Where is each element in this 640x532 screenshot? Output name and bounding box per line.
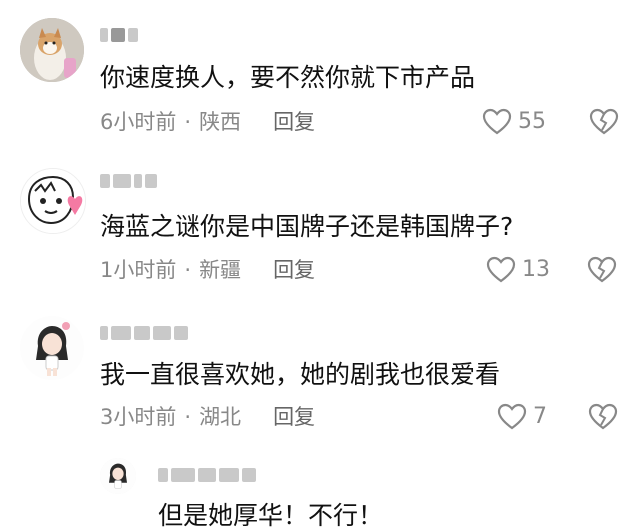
heart-icon (482, 108, 512, 135)
username-blurred[interactable] (100, 170, 157, 192)
like-button[interactable]: 13 (486, 256, 550, 284)
reply-button[interactable]: 回复 (273, 403, 315, 431)
username-blurred[interactable] (100, 24, 138, 46)
like-button[interactable]: 55 (482, 108, 546, 136)
comment-location: 湖北 (199, 405, 242, 429)
comment-text: 我一直很喜欢她，她的剧我也很爱看 (100, 360, 501, 389)
separator-dot: · (184, 405, 192, 429)
comment-location: 陕西 (199, 110, 242, 134)
broken-heart-icon[interactable] (588, 403, 618, 431)
reply-button[interactable]: 回复 (273, 108, 315, 136)
username-blurred[interactable] (158, 464, 256, 486)
like-button[interactable]: 7 (497, 403, 547, 431)
comment-time: 1小时前 (100, 258, 177, 282)
comment-meta: 1小时前 · 新疆 回复 (100, 256, 315, 284)
like-count: 13 (522, 257, 550, 282)
comment-text: 你速度换人，要不然你就下市产品 (100, 63, 476, 92)
cartoon-girl-avatar-icon[interactable] (100, 458, 136, 494)
reply-button[interactable]: 回复 (273, 256, 315, 284)
like-count: 55 (518, 109, 546, 134)
cartoon-face-avatar-icon[interactable] (20, 168, 86, 234)
username-blurred[interactable] (100, 322, 188, 344)
comment-meta: 3小时前 · 湖北 回复 (100, 403, 315, 431)
comment-meta: 6小时前 · 陕西 回复 (100, 108, 315, 136)
reply-text: 但是她厚华！不行！ (158, 501, 384, 530)
like-count: 7 (533, 404, 547, 429)
separator-dot: · (184, 258, 192, 282)
separator-dot: · (184, 110, 192, 134)
broken-heart-icon[interactable] (589, 108, 619, 136)
broken-heart-icon[interactable] (587, 256, 617, 284)
heart-icon (497, 403, 527, 430)
cartoon-girl-avatar-icon[interactable] (20, 316, 84, 380)
comment-text: 海蓝之谜你是中国牌子还是韩国牌子? (100, 212, 514, 241)
comment-time: 3小时前 (100, 405, 177, 429)
comment-location: 新疆 (199, 258, 242, 282)
dog-avatar-icon[interactable] (20, 18, 84, 82)
comment-time: 6小时前 (100, 110, 177, 134)
heart-icon (486, 256, 516, 283)
